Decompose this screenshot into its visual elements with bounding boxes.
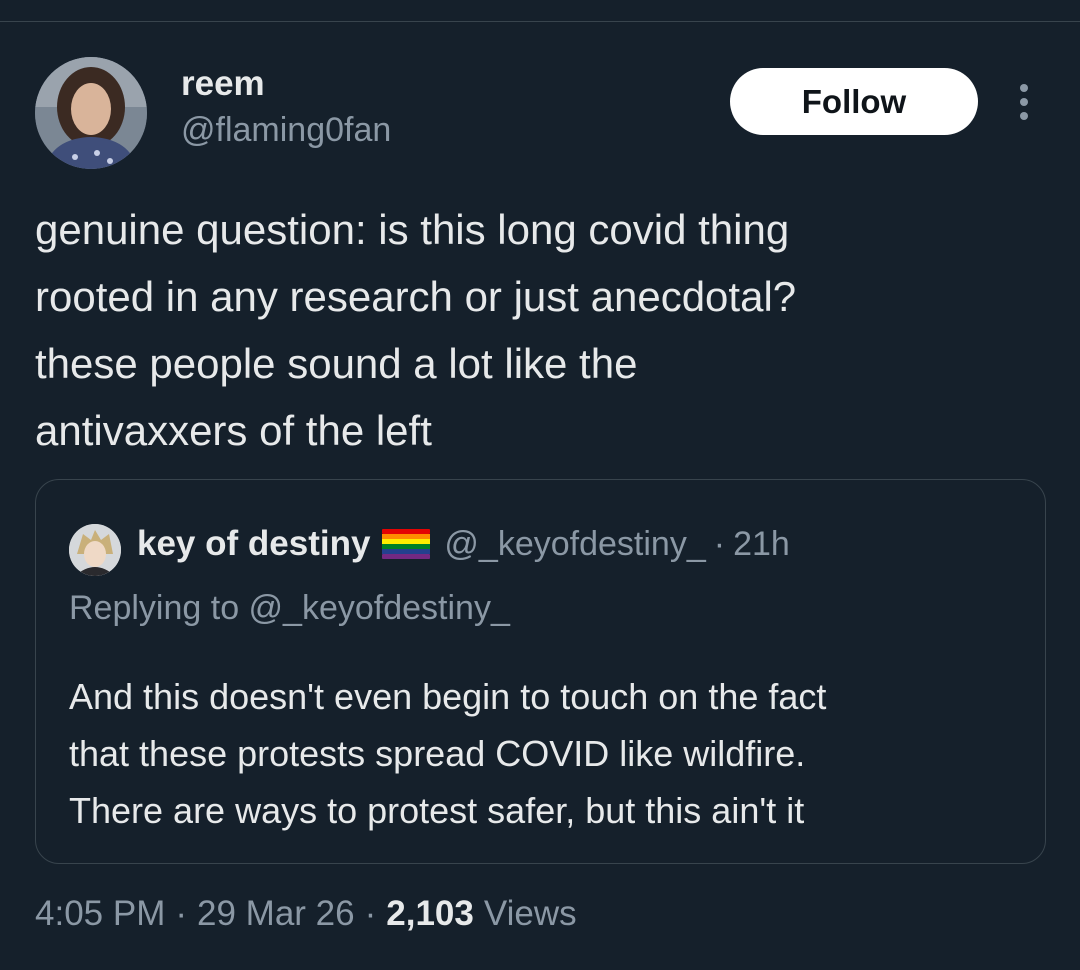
tweet-text: genuine question: is this long covid thi… bbox=[35, 206, 797, 454]
top-divider bbox=[0, 21, 1080, 22]
author-display-name[interactable]: reem bbox=[181, 64, 265, 104]
footer-separator: · bbox=[364, 894, 377, 933]
quoted-author-avatar[interactable] bbox=[69, 524, 121, 576]
quoted-author-avatar-image bbox=[69, 524, 121, 576]
author-handle[interactable]: @flaming0fan bbox=[181, 110, 391, 150]
replying-to-line: Replying to @_keyofdestiny_ bbox=[69, 589, 510, 627]
quoted-tweet-header: key of destiny @_keyofdestiny_ · 21h bbox=[137, 522, 790, 566]
quoted-tweet-text: And this doesn't even begin to touch on … bbox=[69, 676, 827, 831]
author-avatar-image bbox=[35, 57, 147, 169]
rainbow-flag-icon bbox=[382, 529, 431, 559]
quoted-author-handle[interactable]: @_keyofdestiny_ bbox=[444, 525, 705, 564]
tweet-date[interactable]: 29 Mar 26 bbox=[197, 894, 355, 934]
follow-button[interactable]: Follow bbox=[730, 68, 978, 135]
views-count[interactable]: 2,103 bbox=[386, 894, 474, 934]
tweet-footer: 4:05 PM · 29 Mar 26 · 2,103 Views bbox=[35, 890, 577, 938]
quoted-author-name[interactable]: key of destiny bbox=[137, 524, 370, 564]
quoted-meta-separator: · bbox=[713, 524, 726, 563]
views-label[interactable]: Views bbox=[484, 894, 577, 934]
more-options-icon[interactable] bbox=[1004, 80, 1044, 124]
quoted-timestamp[interactable]: 21h bbox=[733, 525, 790, 564]
footer-separator: · bbox=[175, 894, 188, 933]
quoted-tweet-card[interactable]: key of destiny @_keyofdestiny_ · 21h Rep… bbox=[35, 479, 1046, 864]
tweet-time[interactable]: 4:05 PM bbox=[35, 894, 165, 934]
author-avatar[interactable] bbox=[35, 57, 147, 169]
